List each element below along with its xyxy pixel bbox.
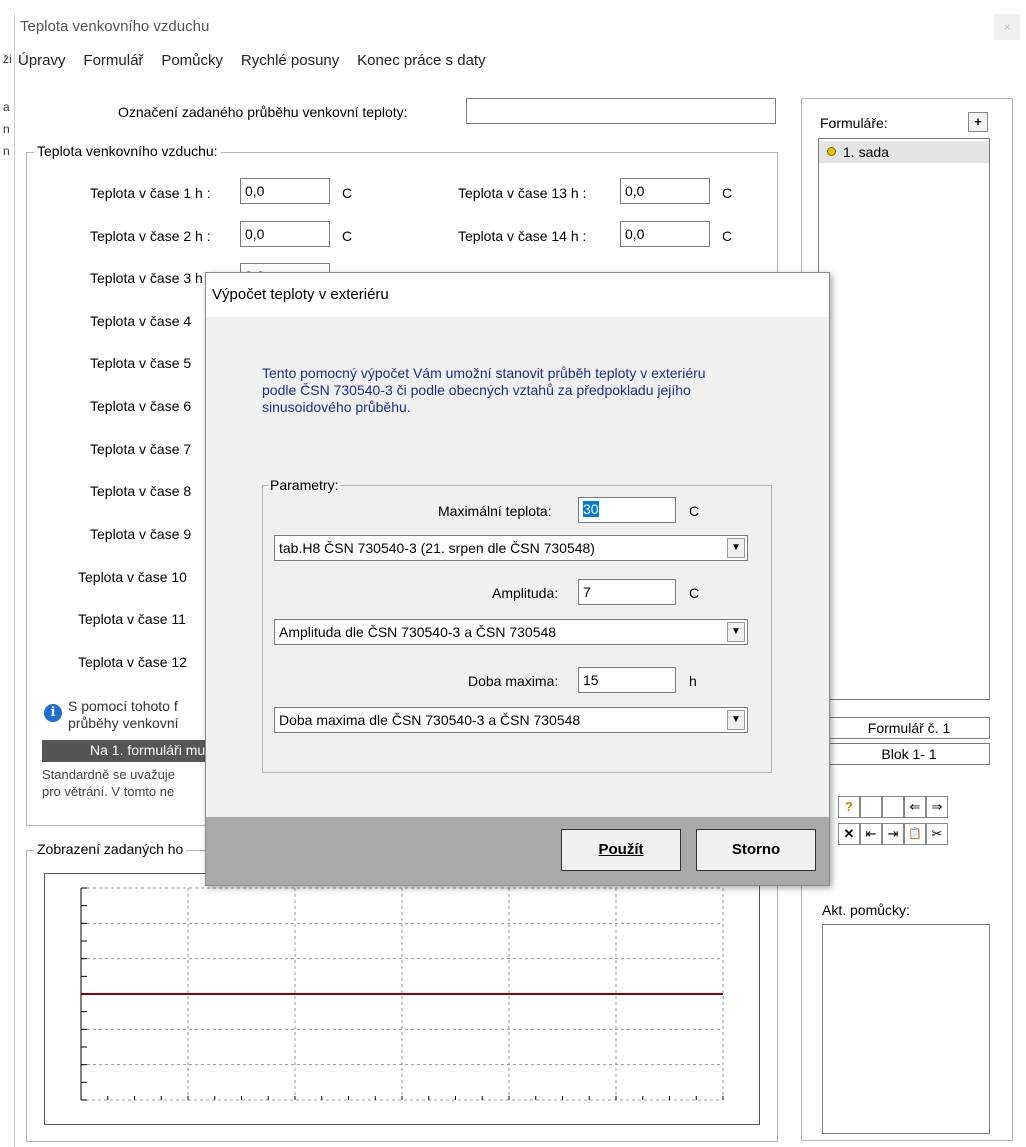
blank-tool-button[interactable] xyxy=(860,796,882,818)
edge-fragment: ži xyxy=(3,52,12,66)
temp-8-label: Teplota v čase 8 xyxy=(90,483,192,499)
block-number: Blok 1- 1 xyxy=(828,743,990,765)
help-icon[interactable]: ? xyxy=(838,796,860,818)
info-line-2: průběhy venkovní xyxy=(68,715,179,731)
temp-2-input[interactable] xyxy=(240,221,330,247)
temp-7-label: Teplota v čase 7 xyxy=(90,441,192,457)
left-edge xyxy=(0,14,15,1147)
amplitude-unit: C xyxy=(689,585,700,601)
info-icon: i xyxy=(44,704,62,722)
bullet-icon xyxy=(827,147,836,156)
chart-svg xyxy=(80,887,724,1101)
max-temp-source-select[interactable]: tab.H8 ČSN 730540-3 (21. srpen dle ČSN 7… xyxy=(274,535,748,561)
dialog-titlebar: Výpočet teploty v exteriéru xyxy=(206,273,829,317)
edge-fragment: n xyxy=(3,122,10,136)
amplitude-source-value: Amplituda dle ČSN 730540-3 a ČSN 730548 xyxy=(279,624,557,640)
blank-tool-button[interactable] xyxy=(882,796,904,818)
edge-fragment: n xyxy=(3,144,10,158)
temp-13-label: Teplota v čase 13 h : xyxy=(458,185,587,201)
temp-4-label: Teplota v čase 4 xyxy=(90,313,192,329)
designation-input[interactable] xyxy=(466,98,776,124)
temp-6-label: Teplota v čase 6 xyxy=(90,398,192,414)
apply-button-label: Použít xyxy=(598,841,644,858)
dialog-description: Tento pomocný výpočet Vám umožní stanovi… xyxy=(262,365,706,415)
menu-upravy[interactable]: Úpravy xyxy=(18,52,66,69)
amplitude-label: Amplituda: xyxy=(492,585,559,601)
temp-5-label: Teplota v čase 5 xyxy=(90,355,192,371)
cancel-button[interactable]: Storno xyxy=(696,829,816,871)
temp-11-label: Teplota v čase 11 xyxy=(78,611,186,627)
temp-14-label: Teplota v čase 14 h : xyxy=(458,228,587,244)
amplitude-input[interactable] xyxy=(578,579,676,605)
max-temp-value: 30 xyxy=(583,501,599,517)
temp-1-unit: C xyxy=(342,185,353,201)
max-temp-source-value: tab.H8 ČSN 730540-3 (21. srpen dle ČSN 7… xyxy=(279,540,595,556)
amplitude-source-select[interactable]: Amplituda dle ČSN 730540-3 a ČSN 730548 … xyxy=(274,619,748,645)
temp-14-unit: C xyxy=(722,228,733,244)
menu-bar: Úpravy Formulář Pomůcky Rychlé posuny Ko… xyxy=(18,52,500,76)
delete-icon[interactable]: ✕ xyxy=(838,823,860,845)
edge-fragment: a xyxy=(3,100,10,114)
temp-1-input[interactable] xyxy=(240,178,330,204)
dialog-title: Výpočet teploty v exteriéru xyxy=(212,286,389,303)
chart-area xyxy=(44,873,760,1125)
apply-button[interactable]: Použít xyxy=(561,829,681,871)
temp-12-label: Teplota v čase 12 xyxy=(78,654,187,670)
go-last-icon[interactable]: ⇥ xyxy=(882,823,904,845)
arrow-left-icon[interactable]: ⇐ xyxy=(904,796,926,818)
window-title: Teplota venkovního vzduchu xyxy=(20,18,210,35)
menu-pomucky[interactable]: Pomůcky xyxy=(161,52,223,69)
aids-list xyxy=(822,924,990,1134)
go-first-icon[interactable]: ⇤ xyxy=(860,823,882,845)
temp-2-unit: C xyxy=(342,228,353,244)
chart-group-title: Zobrazení zadaných ho xyxy=(34,841,187,857)
close-button[interactable]: × xyxy=(994,14,1020,40)
warning-bar: Na 1. formuláři mu xyxy=(42,740,212,762)
form-item-label: 1. sada xyxy=(843,144,889,160)
temps-group-title: Teplota venkovního vzduchu: xyxy=(34,143,221,159)
exterior-temperature-dialog: Výpočet teploty v exteriéru Tento pomocn… xyxy=(205,272,830,886)
peak-time-source-select[interactable]: Doba maxima dle ČSN 730540-3 a ČSN 73054… xyxy=(274,707,748,733)
menu-formular[interactable]: Formulář xyxy=(83,52,143,69)
window-titlebar: Teplota venkovního vzduchu × xyxy=(12,8,1022,42)
temp-2-label: Teplota v čase 2 h : xyxy=(90,228,211,244)
peak-time-source-value: Doba maxima dle ČSN 730540-3 a ČSN 73054… xyxy=(279,712,581,728)
params-title: Parametry: xyxy=(268,477,341,493)
add-form-button[interactable]: + xyxy=(968,112,988,132)
arrow-right-icon[interactable]: ⇒ xyxy=(926,796,948,818)
forms-label: Formuláře: xyxy=(820,115,888,131)
temp-1-label: Teplota v čase 1 h : xyxy=(90,185,211,201)
peak-time-unit: h xyxy=(689,673,697,689)
note-line-1: Standardně se uvažuje xyxy=(42,767,175,782)
max-temp-input[interactable]: 30 xyxy=(578,497,676,523)
max-temp-unit: C xyxy=(689,503,700,519)
temp-13-input[interactable] xyxy=(620,178,710,204)
temp-10-label: Teplota v čase 10 xyxy=(78,569,187,585)
chevron-down-icon: ▼ xyxy=(727,622,745,642)
menu-konec[interactable]: Konec práce s daty xyxy=(357,52,485,69)
peak-time-input[interactable] xyxy=(578,667,676,693)
temp-13-unit: C xyxy=(722,185,733,201)
paste-icon[interactable]: 📋 xyxy=(904,823,926,845)
form-number: Formulář č. 1 xyxy=(828,717,990,739)
dialog-footer: Použít Storno xyxy=(206,817,829,885)
dialog-body: Tento pomocný výpočet Vám umožní stanovi… xyxy=(206,317,829,817)
temp-9-label: Teplota v čase 9 xyxy=(90,526,192,542)
info-line-1: S pomocí tohoto f xyxy=(68,698,178,714)
temp-14-input[interactable] xyxy=(620,221,710,247)
forms-list-item[interactable]: 1. sada xyxy=(819,141,989,163)
peak-time-label: Doba maxima: xyxy=(468,673,559,689)
menu-rychle-posuny[interactable]: Rychlé posuny xyxy=(241,52,339,69)
forms-list: 1. sada xyxy=(818,138,990,700)
chevron-down-icon: ▼ xyxy=(727,710,745,730)
note-line-2: pro větrání. V tomto ne xyxy=(42,784,175,799)
designation-label: Označení zadaného průběhu venkovní teplo… xyxy=(118,104,408,120)
aids-label: Akt. pomůcky: xyxy=(822,902,910,918)
chevron-down-icon: ▼ xyxy=(727,538,745,558)
max-temp-label: Maximální teplota: xyxy=(438,503,552,519)
cut-icon[interactable]: ✂ xyxy=(926,823,948,845)
temp-3-label: Teplota v čase 3 h : xyxy=(90,270,211,286)
